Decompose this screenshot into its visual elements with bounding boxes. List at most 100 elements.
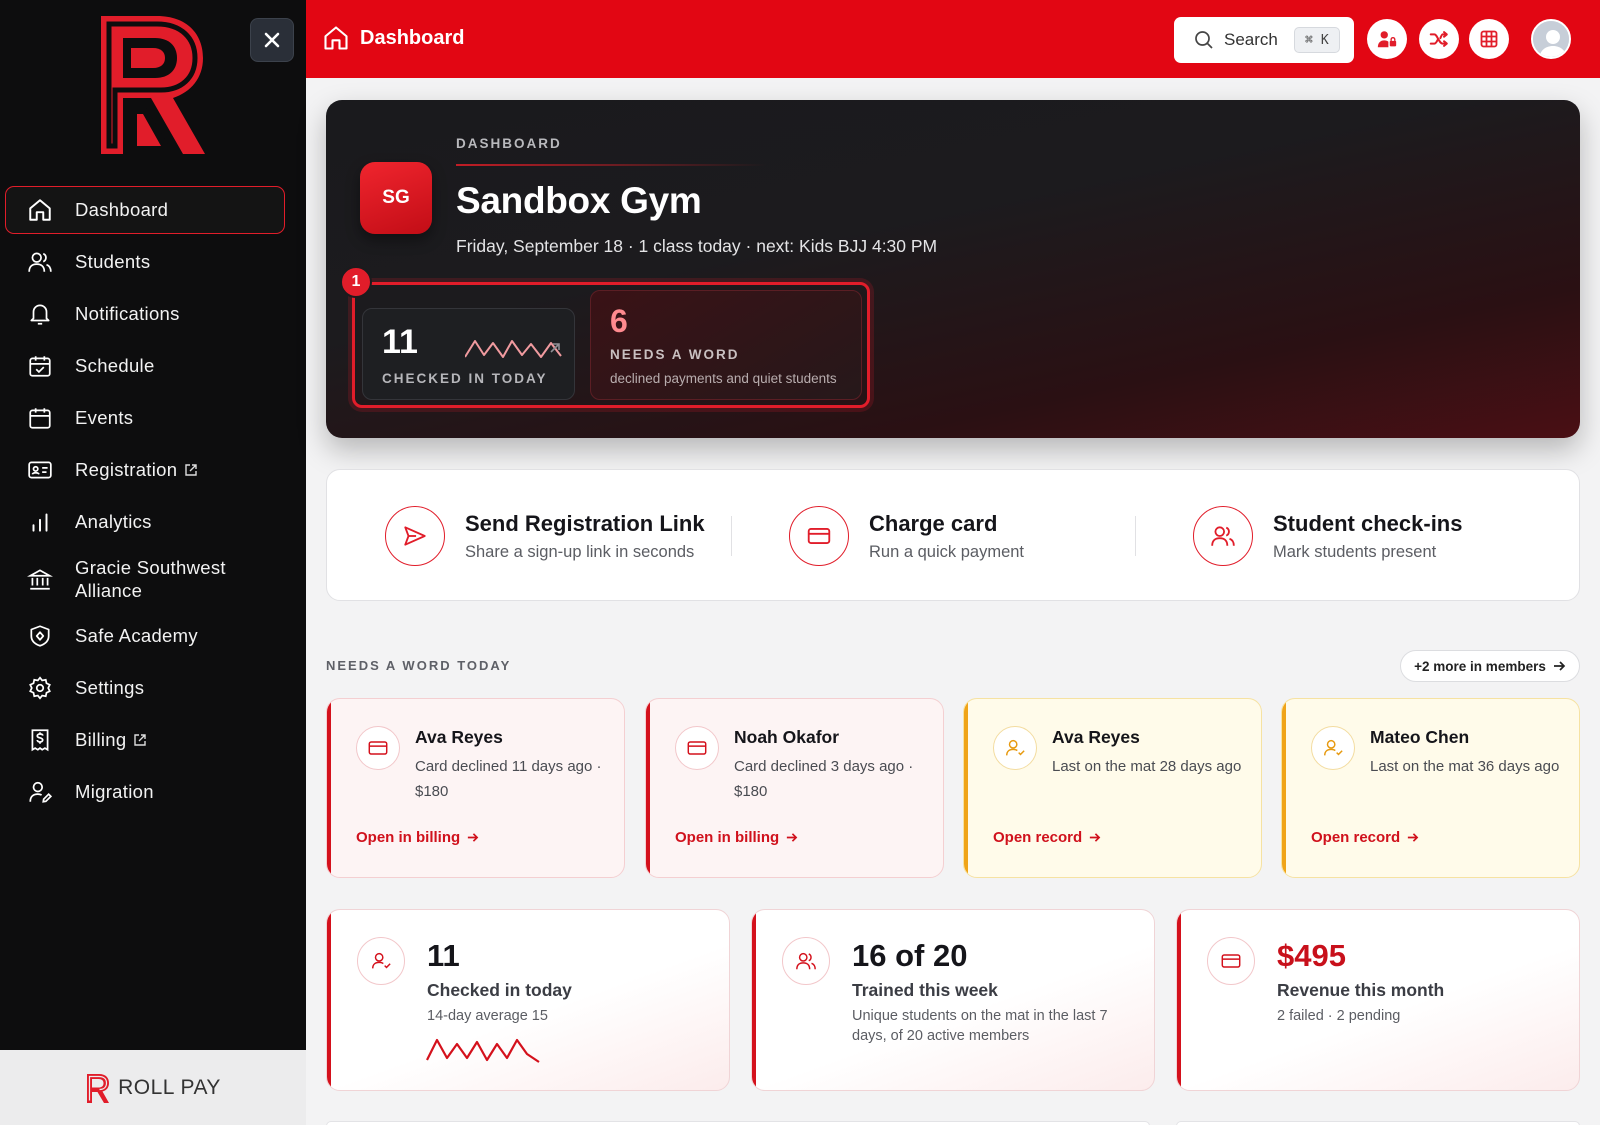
student-check-ins-button[interactable]: Student check-ins Mark students present	[1193, 504, 1462, 568]
sidebar-footer: ROLL PAY	[0, 1050, 306, 1125]
action-desc: Mark students present	[1273, 542, 1437, 561]
divider	[1135, 516, 1136, 556]
checked-in-count: 11	[382, 323, 418, 361]
user-check-icon	[1311, 726, 1355, 770]
credit-card-icon	[675, 726, 719, 770]
shield-icon	[26, 622, 54, 650]
search-label: Search	[1224, 30, 1278, 49]
checked-in-trend-sparkline	[426, 1038, 540, 1063]
bell-icon	[26, 300, 54, 328]
user-edit-icon	[26, 778, 54, 806]
sidebar-item-registration[interactable]: Registration	[5, 446, 285, 494]
sidebar-item-students[interactable]: Students	[5, 238, 285, 286]
sidebar-item-notifications[interactable]: Notifications	[5, 290, 285, 338]
charge-card-button[interactable]: Charge card Run a quick payment	[789, 504, 1024, 568]
credit-card-icon	[789, 506, 849, 566]
card-accent-bar	[646, 699, 650, 877]
attention-card: Mateo Chen Last on the mat 36 days ago O…	[1281, 698, 1580, 878]
apps-grid-button[interactable]	[1469, 19, 1509, 59]
external-link-icon	[184, 463, 198, 477]
card-accent-bar	[1177, 910, 1181, 1090]
attention-reason: Card declined 3 days ago · $180	[734, 758, 914, 800]
gym-badge: SG	[360, 162, 432, 234]
shortcut-modifier: ⌘	[1305, 32, 1313, 48]
arrow-right-icon	[468, 833, 479, 842]
roll-logo[interactable]	[95, 12, 211, 154]
sidebar-item-settings[interactable]: Settings	[5, 664, 285, 712]
search-icon	[1195, 31, 1213, 49]
stat-sub: 2 failed · 2 pending	[1277, 1008, 1401, 1024]
avatar[interactable]	[1531, 19, 1571, 59]
sidebar-item-label: Events	[75, 407, 134, 428]
sidebar-item-gracie-southwest-alliance[interactable]: Gracie Southwest Alliance	[5, 550, 285, 608]
link-label: Open in billing	[675, 829, 780, 846]
sidebar-item-safe-academy[interactable]: Safe Academy	[5, 612, 285, 660]
card-accent-bar	[1282, 699, 1286, 877]
sidebar: Dashboard Students Notifications Schedul…	[0, 0, 306, 1125]
sidebar-item-label: Settings	[75, 677, 145, 698]
sidebar-item-events[interactable]: Events	[5, 394, 285, 442]
needs-word-count: 6	[610, 303, 628, 339]
credit-card-icon	[1207, 937, 1255, 985]
section-label: NEEDS A WORD TODAY	[326, 658, 512, 673]
arrow-right-icon	[1553, 661, 1566, 671]
divider	[731, 516, 732, 556]
stat-card-trained-this-week[interactable]: 16 of 20 Trained this week Unique studen…	[751, 909, 1155, 1091]
arrow-right-icon	[1090, 833, 1101, 842]
user-check-icon	[357, 937, 405, 985]
open-in-billing-link[interactable]: Open in billing	[356, 829, 479, 846]
member-name: Ava Reyes	[415, 727, 503, 747]
shortcut-key: K	[1320, 32, 1329, 48]
sidebar-item-migration[interactable]: Migration	[5, 768, 285, 816]
arrow-right-icon	[1408, 833, 1419, 842]
sidebar-item-label: Safe Academy	[75, 625, 198, 646]
sidebar-item-label: Dashboard	[75, 199, 169, 220]
close-sidebar-button[interactable]	[250, 18, 294, 62]
quick-actions: Send Registration Link Share a sign-up l…	[326, 469, 1580, 601]
open-in-billing-link[interactable]: Open in billing	[675, 829, 798, 846]
user-lock-icon	[1377, 31, 1397, 48]
institution-icon	[26, 565, 54, 593]
open-record-link[interactable]: Open record	[993, 829, 1101, 846]
stat-value: 16 of 20	[852, 938, 968, 973]
open-record-link[interactable]: Open record	[1311, 829, 1419, 846]
attention-reason: Last on the mat 28 days ago	[1052, 758, 1242, 775]
roll-pay-logo-icon	[87, 1073, 110, 1103]
stat-card-revenue[interactable]: $495 Revenue this month 2 failed · 2 pen…	[1176, 909, 1580, 1091]
switch-location-button[interactable]	[1419, 19, 1459, 59]
link-label: Open record	[993, 829, 1083, 846]
search-button[interactable]: Search ⌘ K	[1174, 17, 1354, 63]
arrow-up-right-icon	[550, 343, 560, 353]
sidebar-item-label: Schedule	[75, 355, 155, 376]
tour-step-badge[interactable]: 1	[340, 266, 372, 298]
calendar-icon	[26, 404, 54, 432]
action-desc: Run a quick payment	[869, 542, 1025, 561]
credit-card-icon	[356, 726, 400, 770]
stat-sub: 14-day average 15	[427, 1008, 548, 1024]
sidebar-item-label: Migration	[75, 781, 154, 802]
sidebar-item-billing[interactable]: Billing	[5, 716, 285, 764]
stat-card-checked-in[interactable]: 11 Checked in today 14-day average 15	[326, 909, 730, 1091]
sidebar-item-analytics[interactable]: Analytics	[5, 498, 285, 546]
action-title: Student check-ins	[1273, 510, 1463, 536]
sidebar-item-label: Registration	[75, 459, 178, 480]
sidebar-item-schedule[interactable]: Schedule	[5, 342, 285, 390]
needs-word-label: NEEDS A WORD	[610, 347, 740, 362]
needs-a-word-tile[interactable]: 6 NEEDS A WORD declined payments and qui…	[590, 290, 862, 400]
page-title: Dashboard	[322, 24, 464, 52]
stat-label: Revenue this month	[1277, 980, 1445, 1000]
more-in-members-link[interactable]: +2 more in members	[1400, 650, 1580, 682]
send-registration-link-button[interactable]: Send Registration Link Share a sign-up l…	[385, 504, 705, 568]
user-access-button[interactable]	[1367, 19, 1407, 59]
checked-in-today-tile[interactable]: 11 CHECKED IN TODAY	[362, 308, 575, 400]
member-name: Noah Okafor	[734, 727, 840, 747]
hero-eyebrow: DASHBOARD	[456, 136, 562, 151]
brand-name: ROLL PAY	[118, 1075, 221, 1099]
sidebar-item-label: Gracie Southwest Alliance	[75, 556, 226, 601]
action-title: Charge card	[869, 510, 998, 536]
home-icon	[324, 26, 348, 50]
shortcut-hint: ⌘ K	[1293, 27, 1340, 53]
users-icon	[1193, 506, 1253, 566]
sidebar-item-dashboard[interactable]: Dashboard	[5, 186, 285, 234]
card-accent-bar	[327, 910, 331, 1090]
